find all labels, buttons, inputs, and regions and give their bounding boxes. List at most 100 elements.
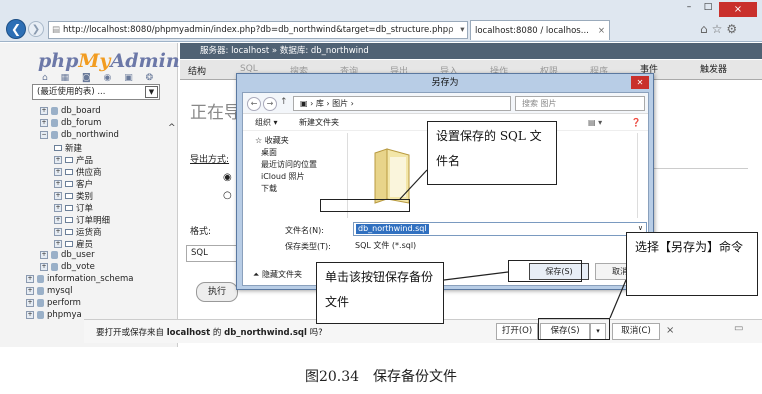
filename-value: db_northwind.sql	[356, 224, 429, 234]
dialog-search-input[interactable]: 搜索 图片	[515, 96, 645, 111]
collapse-icon: −	[40, 131, 48, 139]
organize-menu[interactable]: 组织 ▾	[255, 115, 278, 131]
tab-triggers[interactable]: 触发器	[700, 62, 727, 75]
tree-item-table[interactable]: + 运货商	[54, 226, 102, 238]
prompt-host: localhost	[166, 328, 211, 338]
view-options-icon[interactable]: ▤ ▾	[588, 115, 602, 131]
address-controls[interactable]: ρ ▾ c	[448, 25, 467, 35]
filetype-select[interactable]: SQL 文件 (*.sql)	[353, 239, 647, 252]
tree-item-db-board[interactable]: + db_board	[40, 106, 101, 116]
save-button-callout: 单击该按钮保存备份文件	[316, 262, 444, 324]
expand-icon: +	[26, 311, 34, 319]
folder-icon[interactable]	[371, 147, 413, 205]
recent-tables-select[interactable]: (最近使用的表) ... ▼	[32, 84, 160, 100]
tree-item-table[interactable]: + 订单明细	[54, 214, 110, 226]
address-bar[interactable]: ▤ http://localhost:8080/phpmyadmin/index…	[48, 21, 468, 39]
save-as-callout: 选择【另存为】命令	[626, 232, 758, 296]
tree-item-table[interactable]: + 类别	[54, 190, 93, 202]
export-method-custom-radio[interactable]: ○	[223, 190, 232, 201]
logo-admin: Admin	[110, 50, 180, 72]
nav-icloud-photos[interactable]: iCloud 照片	[261, 171, 305, 182]
help-icon[interactable]: ❓	[631, 115, 641, 131]
download-open-button[interactable]: 打开(O)	[496, 323, 538, 340]
dialog-path-bar[interactable]: ▣ › 库 › 图片 ›	[293, 96, 511, 111]
filename-callout: 设置保存的 SQL 文件名	[427, 121, 557, 185]
new-folder-button[interactable]: 新建文件夹	[299, 115, 339, 131]
sidebar-quick-icons[interactable]: ⌂ ▦ ◙ ◉ ▣ ❂	[42, 73, 158, 83]
scroll-up-icon[interactable]: ^	[168, 123, 176, 133]
dialog-back-icon[interactable]: ←	[247, 97, 261, 111]
tree-item-performance-schema[interactable]: + perform	[26, 298, 81, 308]
tree-item-table[interactable]: + 产品	[54, 154, 93, 166]
logo-my: My	[78, 50, 111, 72]
execute-button[interactable]: 执行	[196, 282, 238, 302]
tree-item-phpmyadmin[interactable]: + phpmya	[26, 310, 82, 320]
phpmyadmin-logo[interactable]: phpMyAdmin	[38, 50, 180, 72]
tree-item-mysql[interactable]: + mysql	[26, 286, 73, 296]
nav-desktop[interactable]: 桌面	[261, 147, 277, 158]
prompt-mid: 的	[212, 328, 222, 338]
home-star-settings-icons[interactable]: ⌂☆⚙	[700, 22, 741, 36]
back-button[interactable]: ❮	[6, 19, 26, 39]
expand-icon: +	[26, 299, 34, 307]
dialog-scrollbar[interactable]	[637, 133, 647, 218]
window-maximize-button[interactable]: □	[699, 2, 717, 15]
recent-tables-value: (最近使用的表) ...	[37, 87, 106, 97]
page-icon: ▤	[52, 25, 61, 35]
tree-item-table[interactable]: + 供应商	[54, 166, 102, 178]
page-title: 正在导	[190, 103, 241, 123]
tree-item-table[interactable]: + 雇员	[54, 238, 93, 250]
download-close-icon[interactable]: ×	[666, 325, 674, 336]
dialog-close-button[interactable]: ✕	[631, 76, 649, 89]
address-url: http://localhost:8080/phpmyadmin/index.p…	[63, 25, 449, 35]
database-icon	[37, 311, 44, 319]
tree-label: 供应商	[76, 168, 102, 178]
nav-recent-places[interactable]: 最近访问的位置	[261, 159, 317, 170]
prompt-prefix: 要打开或保存来自	[96, 328, 165, 338]
tree-item-db-northwind[interactable]: − db_northwind	[40, 130, 119, 140]
tree-label: 新建	[65, 144, 83, 154]
expand-icon: +	[54, 156, 62, 164]
chevron-down-icon[interactable]: ∨	[638, 224, 643, 232]
window-minimize-button[interactable]: –	[680, 2, 698, 15]
tree-label: mysql	[47, 286, 73, 296]
tab-structure[interactable]: 结构	[188, 64, 206, 77]
table-icon	[65, 181, 73, 187]
new-table-icon	[54, 145, 62, 151]
collapse-icon: ⏶	[253, 270, 262, 279]
database-icon	[51, 119, 58, 127]
expand-icon: +	[40, 119, 48, 127]
expand-icon: +	[54, 192, 62, 200]
expand-icon: +	[40, 107, 48, 115]
window-close-button[interactable]: ×	[719, 2, 757, 17]
screenshot-stage: ❮ ❯ ▤ http://localhost:8080/phpmyadmin/i…	[0, 0, 762, 394]
export-method-quick-radio[interactable]: ◉	[223, 172, 232, 183]
nav-downloads[interactable]: 下载	[261, 183, 277, 194]
download-save-highlight	[538, 318, 610, 340]
filename-input[interactable]: db_northwind.sql ∨	[353, 222, 647, 236]
filename-label: 文件名(N):	[285, 226, 324, 235]
dialog-up-icon[interactable]: ↑	[280, 97, 288, 107]
tree-item-table[interactable]: + 订单	[54, 202, 93, 214]
table-icon	[65, 169, 73, 175]
dialog-forward-icon[interactable]: →	[263, 97, 277, 111]
tab-close-icon[interactable]: ×	[598, 26, 605, 36]
expand-icon: +	[54, 180, 62, 188]
table-icon	[65, 217, 73, 223]
nav-favorites[interactable]: ☆ 收藏夹	[255, 135, 289, 146]
tree-item-db-forum[interactable]: + db_forum	[40, 118, 101, 128]
tree-item-table[interactable]: + 客户	[54, 178, 93, 190]
browser-tab[interactable]: localhost:8080 / localhos... ×	[470, 20, 610, 40]
expand-icon: +	[26, 287, 34, 295]
pma-breadcrumb[interactable]: 服务器: localhost » 数据库: db_northwind	[180, 43, 762, 59]
hide-folders-toggle[interactable]: ⏶ 隐藏文件夹	[253, 269, 302, 280]
tree-item-db-vote[interactable]: + db_vote	[40, 262, 95, 272]
tree-item-db-user[interactable]: + db_user	[40, 250, 95, 260]
tree-item-information-schema[interactable]: + information_schema	[26, 274, 134, 284]
download-cancel-button[interactable]: 取消(C)	[612, 323, 660, 340]
tree-item-new-table[interactable]: 新建	[54, 142, 82, 154]
forward-button[interactable]: ❯	[28, 21, 44, 37]
tree-label: phpmya	[47, 310, 82, 320]
format-select[interactable]: SQL	[186, 245, 241, 262]
filename-highlight	[320, 199, 410, 212]
